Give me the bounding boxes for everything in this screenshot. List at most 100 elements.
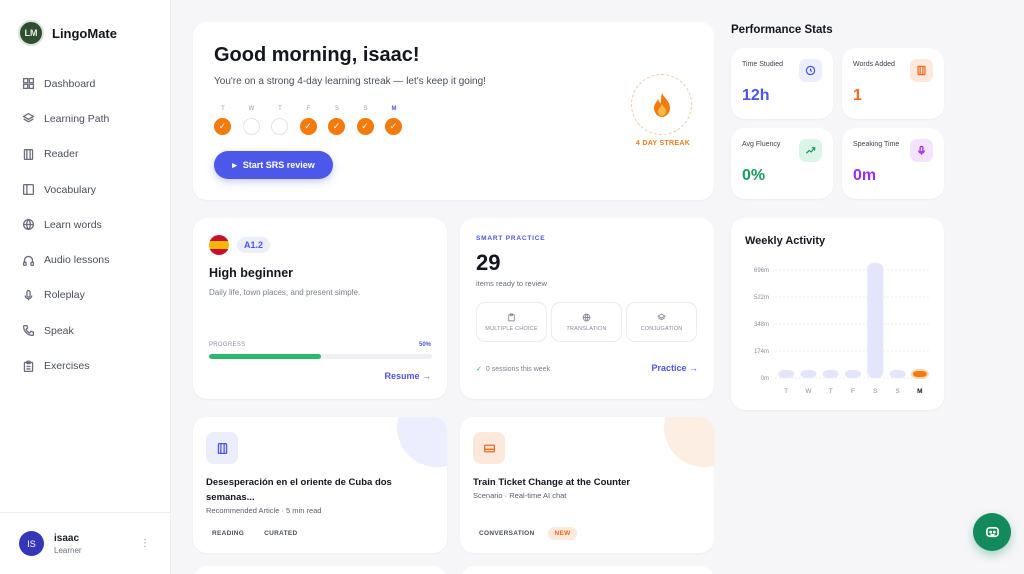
- brand[interactable]: LM LingoMate: [18, 20, 117, 46]
- y-tick-label: 696m: [754, 268, 769, 274]
- bar-1[interactable]: [800, 370, 817, 378]
- streak-ring: [631, 74, 692, 135]
- article-card[interactable]: Desesperación en el oriente de Cuba dos …: [193, 417, 447, 553]
- level-description: Daily life, town places, and present sim…: [209, 288, 361, 297]
- performance-title: Performance Stats: [731, 24, 833, 36]
- scenario-meta: Scenario · Real-time AI chat: [473, 491, 567, 500]
- sidebar-item-reader[interactable]: Reader: [0, 137, 170, 172]
- sidebar-item-exercises[interactable]: Exercises: [0, 348, 170, 383]
- stat-icon-box: [910, 59, 933, 82]
- empty-day-dot: [242, 118, 260, 135]
- flame-icon: [653, 92, 670, 117]
- article-chips: READING CURATED: [206, 527, 304, 540]
- sidebar-item-roleplay[interactable]: Roleplay: [0, 278, 170, 313]
- stat-value: 0m: [853, 167, 877, 184]
- bar-0[interactable]: [778, 370, 795, 378]
- chat-bot-icon: [985, 526, 999, 537]
- resume-link[interactable]: Resume →: [384, 371, 431, 381]
- x-tick-label: F: [851, 388, 855, 395]
- check-icon: ✓: [385, 118, 402, 135]
- sidebar: LM LingoMate Dashboard Learning Path Rea…: [0, 0, 171, 574]
- sidebar-item-learn-words[interactable]: Learn words: [0, 207, 170, 242]
- sidebar-item-audio-lessons[interactable]: Audio lessons: [0, 242, 170, 277]
- x-tick-label: W: [805, 388, 812, 395]
- stat-icon-box: [799, 59, 822, 82]
- vocabulary-icon: [22, 184, 35, 196]
- sidebar-item-label: Reader: [44, 148, 79, 161]
- check-icon: ✓: [214, 118, 231, 135]
- article-meta: Recommended Article · 5 min read: [206, 506, 322, 515]
- check-icon: ✓: [328, 118, 345, 135]
- y-tick-label: 348m: [754, 322, 769, 328]
- level-badge: A1.2: [237, 237, 271, 253]
- mode-multiple-choice[interactable]: MULTIPLE CHOICE: [476, 302, 547, 342]
- streak-day-label: M: [391, 106, 397, 112]
- sidebar-item-speak[interactable]: Speak: [0, 313, 170, 348]
- bar-3[interactable]: [845, 370, 861, 378]
- x-tick-label: T: [784, 388, 788, 395]
- play-icon: ▸: [232, 159, 237, 170]
- x-tick-label: S: [895, 388, 900, 395]
- user-profile[interactable]: IS isaac Learner ⋮: [0, 512, 170, 574]
- streak-day-label: W: [248, 106, 255, 112]
- headphones-icon: [22, 255, 35, 266]
- bar-6[interactable]: [910, 369, 929, 379]
- bar-2[interactable]: [822, 370, 839, 378]
- mode-label: MULTIPLE CHOICE: [485, 325, 538, 332]
- streak-day: W: [242, 106, 261, 135]
- stat-words-added: Words Added 1: [842, 48, 944, 119]
- layers-icon: [657, 313, 666, 320]
- mode-label: CONJUGATION: [640, 325, 683, 332]
- mode-conjugation[interactable]: CONJUGATION: [626, 302, 697, 342]
- scenario-card[interactable]: Train Ticket Change at the Counter Scena…: [460, 417, 714, 553]
- level-card: A1.2 High beginner Daily life, town plac…: [193, 218, 447, 399]
- chat-assistant-button[interactable]: [973, 513, 1011, 551]
- sidebar-item-label: Speak: [44, 324, 74, 337]
- decorative-blob: [664, 417, 714, 467]
- progress-label: PROGRESS: [209, 342, 246, 348]
- stat-label: Words Added: [853, 61, 895, 68]
- clipboard-icon: [508, 312, 515, 321]
- globe-icon: [22, 219, 35, 231]
- streak-day-label: T: [278, 106, 282, 112]
- streak-label: 4 DAY STREAK: [635, 140, 691, 147]
- greeting-card: Good morning, isaac! You're on a strong …: [193, 22, 714, 200]
- stat-label: Time Studied: [742, 61, 783, 68]
- ticket-icon: [483, 444, 495, 452]
- article-icon-box: [206, 432, 238, 464]
- sidebar-item-vocabulary[interactable]: Vocabulary: [0, 172, 170, 207]
- sidebar-item-learning-path[interactable]: Learning Path: [0, 101, 170, 136]
- streak-day-label: T: [221, 106, 225, 112]
- chip-reading: READING: [206, 527, 251, 540]
- spain-flag-icon: [209, 235, 229, 255]
- clipboard-icon: [23, 360, 34, 372]
- practice-link[interactable]: Practice →: [651, 363, 698, 373]
- microphone-icon: [24, 289, 33, 301]
- stat-value: 12h: [742, 87, 770, 104]
- progress-value: 50%: [418, 342, 431, 348]
- sessions-text: 0 sessions this week: [485, 366, 551, 373]
- bar-5[interactable]: [889, 370, 906, 378]
- streak-day: T ✓: [214, 106, 232, 135]
- stat-label: Speaking Time: [853, 141, 900, 148]
- bar-4[interactable]: [867, 263, 884, 378]
- x-tick-label: S: [873, 388, 878, 395]
- stat-speaking-time: Speaking Time 0m: [842, 128, 944, 199]
- scenario-title: Train Ticket Change at the Counter: [473, 477, 631, 488]
- card-stub: [460, 566, 714, 574]
- sidebar-item-label: Exercises: [44, 360, 90, 373]
- user-menu-icon[interactable]: ⋮: [140, 538, 150, 549]
- y-tick-label: 174m: [754, 349, 769, 355]
- stat-time-studied: Time Studied 12h: [731, 48, 833, 119]
- stat-icon-box: [799, 139, 822, 162]
- sidebar-item-dashboard[interactable]: Dashboard: [0, 66, 170, 101]
- article-title: Desesperación en el oriente de Cuba dos …: [206, 477, 392, 503]
- globe-icon: [582, 313, 591, 322]
- mode-translation[interactable]: TRANSLATION: [551, 302, 622, 342]
- user-name: isaac: [54, 532, 80, 544]
- start-srs-label: Start SRS review: [242, 160, 315, 170]
- user-role: Learner: [54, 545, 82, 555]
- streak-day-label: S: [363, 106, 368, 112]
- scenario-icon-box: [473, 432, 505, 464]
- start-srs-button[interactable]: ▸ Start SRS review: [214, 151, 333, 179]
